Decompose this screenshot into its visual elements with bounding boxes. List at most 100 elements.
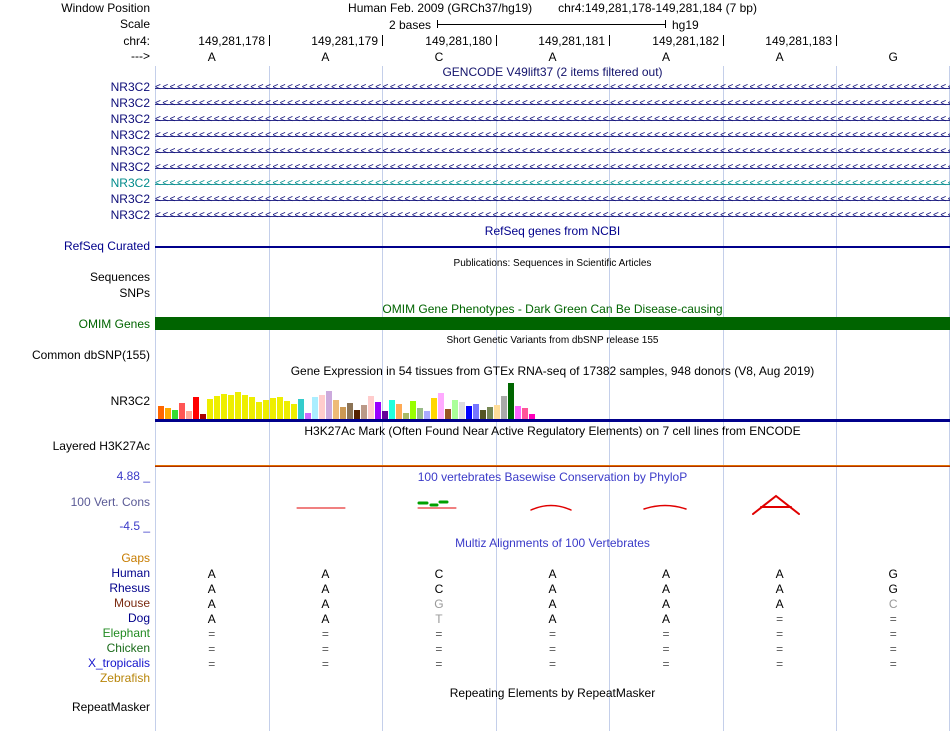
h3k27ac-track-title[interactable]: H3K27Ac Mark (Often Found Near Active Re…	[155, 425, 950, 438]
gtex-expression-bar[interactable]	[221, 394, 227, 419]
gencode-gene-item[interactable]: <<<<<<<<<<<<<<<<<<<<<<<<<<<<<<<<<<<<<<<<…	[155, 161, 950, 175]
gtex-expression-bar[interactable]	[522, 408, 528, 419]
gtex-expression-bar[interactable]	[186, 411, 192, 419]
genome-browser-image[interactable]: Human Feb. 2009 (GRCh37/hg19) chr4:149,2…	[0, 0, 950, 731]
multiz-species-label[interactable]: Elephant	[0, 627, 150, 640]
gtex-expression-bar[interactable]	[480, 410, 486, 419]
gencode-gene-label[interactable]: NR3C2	[0, 177, 150, 190]
publications-track-title[interactable]: Publications: Sequences in Scientific Ar…	[155, 257, 950, 270]
gencode-gene-label[interactable]: NR3C2	[0, 209, 150, 222]
omim-genes-label[interactable]: OMIM Genes	[0, 318, 150, 331]
gtex-expression-bar[interactable]	[501, 396, 507, 419]
gtex-expression-bar[interactable]	[340, 407, 346, 419]
gtex-expression-bar[interactable]	[284, 401, 290, 419]
gtex-expression-bar[interactable]	[235, 392, 241, 419]
gencode-gene-item[interactable]: <<<<<<<<<<<<<<<<<<<<<<<<<<<<<<<<<<<<<<<<…	[155, 97, 950, 111]
gtex-expression-bar[interactable]	[431, 398, 437, 419]
gtex-expression-bar[interactable]	[319, 395, 325, 419]
refseq-track-title[interactable]: RefSeq genes from NCBI	[155, 225, 950, 238]
gencode-gene-label[interactable]: NR3C2	[0, 97, 150, 110]
gtex-expression-bar[interactable]	[361, 405, 367, 419]
gtex-expression-bar[interactable]	[207, 399, 213, 419]
gencode-gene-label[interactable]: NR3C2	[0, 81, 150, 94]
gtex-expression-bar[interactable]	[375, 402, 381, 419]
gtex-expression-bar[interactable]	[158, 406, 164, 419]
gencode-gene-item[interactable]: <<<<<<<<<<<<<<<<<<<<<<<<<<<<<<<<<<<<<<<<…	[155, 129, 950, 143]
multiz-species-label[interactable]: X_tropicalis	[0, 657, 150, 670]
gtex-expression-bar[interactable]	[326, 391, 332, 419]
multiz-track-title[interactable]: Multiz Alignments of 100 Vertebrates	[155, 537, 950, 550]
gtex-expression-bar[interactable]	[487, 407, 493, 419]
gtex-track-title[interactable]: Gene Expression in 54 tissues from GTEx …	[155, 365, 950, 378]
gencode-gene-item[interactable]: <<<<<<<<<<<<<<<<<<<<<<<<<<<<<<<<<<<<<<<<…	[155, 81, 950, 95]
gtex-expression-bar[interactable]	[473, 404, 479, 419]
gtex-expression-bar[interactable]	[452, 400, 458, 419]
gtex-gene-label[interactable]: NR3C2	[0, 395, 150, 408]
gtex-expression-bar[interactable]	[445, 409, 451, 419]
omim-track-title[interactable]: OMIM Gene Phenotypes - Dark Green Can Be…	[155, 303, 950, 316]
gtex-expression-bar[interactable]	[382, 411, 388, 419]
gencode-gene-label[interactable]: NR3C2	[0, 161, 150, 174]
gtex-expression-bar[interactable]	[494, 405, 500, 419]
gtex-expression-bar[interactable]	[172, 410, 178, 419]
phylop-track-title[interactable]: 100 vertebrates Basewise Conservation by…	[155, 471, 950, 484]
gtex-expression-bar[interactable]	[249, 397, 255, 419]
gtex-expression-bar[interactable]	[508, 383, 514, 419]
gtex-expression-bar[interactable]	[179, 403, 185, 419]
gtex-expression-bar[interactable]	[165, 408, 171, 419]
gencode-gene-item[interactable]: <<<<<<<<<<<<<<<<<<<<<<<<<<<<<<<<<<<<<<<<…	[155, 209, 950, 223]
gencode-gene-item[interactable]: <<<<<<<<<<<<<<<<<<<<<<<<<<<<<<<<<<<<<<<<…	[155, 145, 950, 159]
gtex-expression-bar[interactable]	[270, 398, 276, 419]
multiz-species-label[interactable]: Rhesus	[0, 582, 150, 595]
gtex-expression-bar[interactable]	[417, 408, 423, 419]
gencode-gene-item[interactable]: <<<<<<<<<<<<<<<<<<<<<<<<<<<<<<<<<<<<<<<<…	[155, 193, 950, 207]
gtex-expression-bar[interactable]	[466, 406, 472, 419]
phylop-track-label[interactable]: 100 Vert. Cons	[0, 496, 150, 509]
refseq-curated-item[interactable]	[155, 246, 950, 248]
multiz-species-label[interactable]: Human	[0, 567, 150, 580]
gtex-expression-bar[interactable]	[368, 396, 374, 419]
gtex-expression-bar[interactable]	[389, 400, 395, 419]
gtex-expression-bar[interactable]	[354, 410, 360, 419]
multiz-species-label[interactable]: Gaps	[0, 552, 150, 565]
multiz-species-label[interactable]: Chicken	[0, 642, 150, 655]
gtex-expression-bar[interactable]	[228, 395, 234, 419]
multiz-species-label[interactable]: Dog	[0, 612, 150, 625]
omim-gene-item[interactable]	[155, 317, 950, 330]
repeatmasker-track-label[interactable]: RepeatMasker	[0, 701, 150, 714]
phylop-conservation-signal[interactable]	[155, 485, 950, 533]
snps-track-label[interactable]: SNPs	[0, 287, 150, 300]
gtex-expression-bar[interactable]	[256, 402, 262, 419]
refseq-curated-label[interactable]: RefSeq Curated	[0, 240, 150, 253]
gtex-expression-bar[interactable]	[410, 401, 416, 419]
h3k27ac-track-label[interactable]: Layered H3K27Ac	[0, 440, 150, 453]
gtex-expression-bar[interactable]	[396, 404, 402, 419]
multiz-species-label[interactable]: Mouse	[0, 597, 150, 610]
gtex-expression-bar[interactable]	[347, 403, 353, 419]
sequences-track-label[interactable]: Sequences	[0, 271, 150, 284]
gencode-track-title[interactable]: GENCODE V49lift37 (2 items filtered out)	[155, 66, 950, 79]
gencode-gene-label[interactable]: NR3C2	[0, 193, 150, 206]
gtex-expression-bar[interactable]	[312, 397, 318, 419]
gtex-expression-bar[interactable]	[291, 404, 297, 419]
h3k27ac-signal-line[interactable]	[155, 466, 950, 467]
repeatmasker-track-title[interactable]: Repeating Elements by RepeatMasker	[155, 687, 950, 700]
dbsnp-track-title[interactable]: Short Genetic Variants from dbSNP releas…	[155, 334, 950, 347]
gtex-expression-bar[interactable]	[214, 396, 220, 419]
gtex-expression-bar[interactable]	[459, 402, 465, 419]
gtex-bar-chart[interactable]	[158, 381, 535, 419]
gencode-gene-label[interactable]: NR3C2	[0, 129, 150, 142]
gtex-expression-bar[interactable]	[424, 411, 430, 419]
gencode-gene-label[interactable]: NR3C2	[0, 145, 150, 158]
gtex-expression-bar[interactable]	[193, 397, 199, 419]
gencode-gene-item[interactable]: <<<<<<<<<<<<<<<<<<<<<<<<<<<<<<<<<<<<<<<<…	[155, 113, 950, 127]
gencode-gene-label[interactable]: NR3C2	[0, 113, 150, 126]
dbsnp-track-label[interactable]: Common dbSNP(155)	[0, 349, 150, 362]
gtex-expression-bar[interactable]	[438, 393, 444, 419]
multiz-species-label[interactable]: Zebrafish	[0, 672, 150, 685]
gencode-gene-item[interactable]: <<<<<<<<<<<<<<<<<<<<<<<<<<<<<<<<<<<<<<<<…	[155, 177, 950, 191]
gtex-expression-bar[interactable]	[333, 400, 339, 419]
gtex-expression-bar[interactable]	[242, 395, 248, 419]
gtex-expression-bar[interactable]	[515, 406, 521, 419]
gtex-expression-bar[interactable]	[298, 399, 304, 419]
